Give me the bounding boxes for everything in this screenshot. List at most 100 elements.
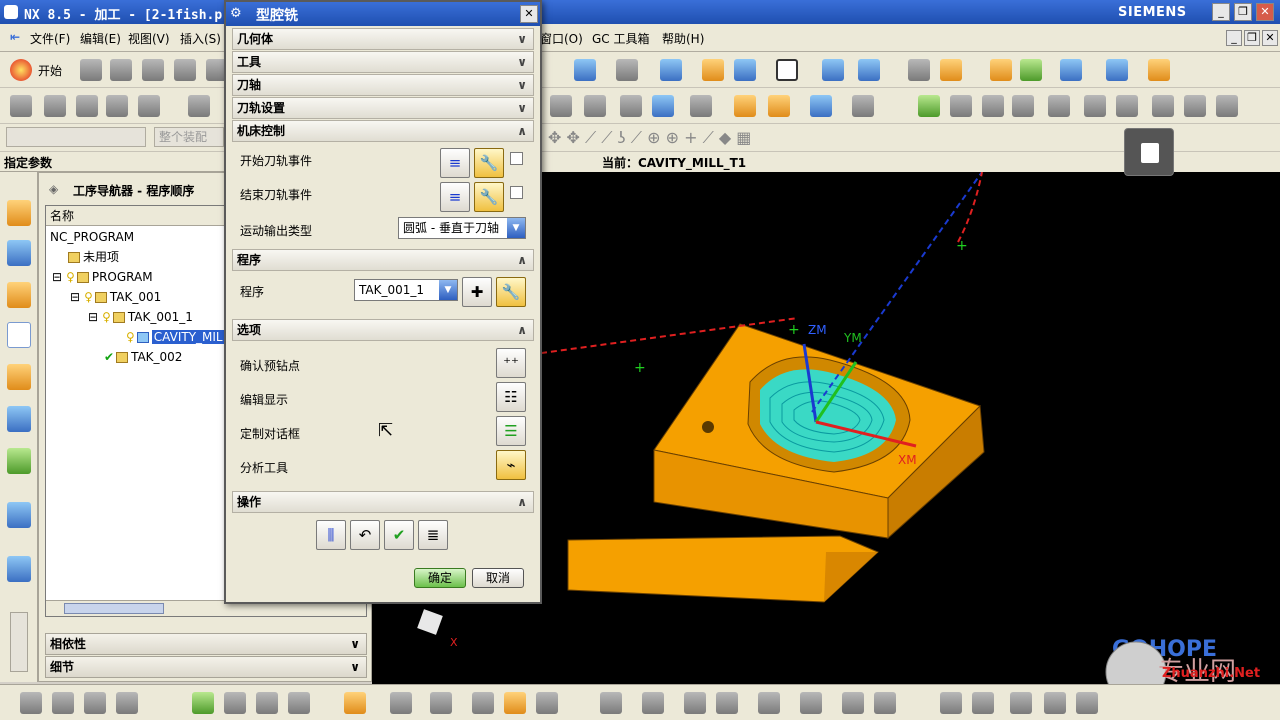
constraint-icon[interactable] <box>84 692 106 714</box>
extrude-icon[interactable] <box>256 692 278 714</box>
section-tool-axis[interactable]: 刀轴 ∨ <box>232 74 534 96</box>
dialog-close-button[interactable]: ✕ <box>520 5 538 23</box>
snap-view-icon[interactable] <box>858 59 880 81</box>
orient-view-icon[interactable] <box>822 59 844 81</box>
end-event-list-button[interactable]: ≡ <box>440 182 470 212</box>
start-menu-button[interactable]: 开始 <box>38 62 62 79</box>
start-icon[interactable] <box>10 59 32 81</box>
render-style-icon[interactable] <box>616 59 638 81</box>
wcs-icon[interactable] <box>734 59 756 81</box>
resource-scroll[interactable] <box>10 612 28 672</box>
create-operation-icon[interactable] <box>138 95 160 117</box>
component-icon[interactable] <box>52 692 74 714</box>
analysis-icon[interactable] <box>940 59 962 81</box>
history-icon[interactable] <box>7 556 31 582</box>
end-event-edit-button[interactable]: 🔧 <box>474 182 504 212</box>
block-icon[interactable] <box>504 692 526 714</box>
save-icon[interactable] <box>142 59 164 81</box>
edit-icon[interactable] <box>584 95 606 117</box>
analysis-curve-icon[interactable] <box>1010 692 1032 714</box>
view-right-icon[interactable] <box>684 692 706 714</box>
reuse-library-icon[interactable] <box>7 406 31 432</box>
new-program-button[interactable]: ✚ <box>462 277 492 307</box>
menu-view[interactable]: 视图(V) <box>128 30 170 47</box>
sketch-icon[interactable] <box>224 692 246 714</box>
motion-output-select[interactable]: 圆弧 - 垂直于刀轴 ▼ <box>398 217 526 239</box>
output-icon[interactable] <box>690 95 712 117</box>
csys-icon[interactable] <box>472 692 494 714</box>
open-icon[interactable] <box>110 59 132 81</box>
copy-icon[interactable] <box>982 95 1004 117</box>
restore-button[interactable]: ❐ <box>1234 3 1252 21</box>
edit-display-button[interactable]: ☷ <box>496 382 526 412</box>
preview-points-button[interactable]: ⁺⁺ <box>496 348 526 378</box>
ok-button[interactable]: 确定 <box>414 568 466 588</box>
tree-node-cavity-mill[interactable]: ♀ CAVITY_MIL <box>126 328 225 346</box>
assembly-filter-select[interactable]: 整个装配 <box>154 127 224 147</box>
replay-button[interactable]: ↶ <box>350 520 380 550</box>
palette-icon[interactable] <box>7 448 31 474</box>
menu-gc-toolbox[interactable]: GC 工具箱 <box>592 30 650 47</box>
section-actions[interactable]: 操作 ∧ <box>232 491 534 513</box>
tree-node-tak-002[interactable]: ✔ TAK_002 <box>104 348 182 366</box>
operation-icon[interactable] <box>908 59 930 81</box>
section-path-settings[interactable]: 刀轨设置 ∨ <box>232 97 534 119</box>
menu-insert[interactable]: 插入(S) <box>180 30 221 47</box>
selection-intent-widget[interactable] <box>1124 128 1174 176</box>
measure-icon[interactable] <box>1148 59 1170 81</box>
info-icon[interactable] <box>1048 95 1070 117</box>
shop-doc-icon[interactable] <box>652 95 674 117</box>
minimize-button[interactable]: _ <box>1212 3 1230 21</box>
measure-distance-icon[interactable] <box>940 692 962 714</box>
analysis-tools-button[interactable]: ⌁ <box>496 450 526 480</box>
print-icon[interactable] <box>174 59 196 81</box>
doc-restore-button[interactable]: ❐ <box>1244 30 1260 46</box>
report-icon[interactable] <box>1084 95 1106 117</box>
program-select[interactable]: TAK_001_1 ▼ <box>354 279 458 301</box>
toolpath-icon[interactable] <box>188 95 210 117</box>
start-event-edit-button[interactable]: 🔧 <box>474 148 504 178</box>
menu-edit[interactable]: 编辑(E) <box>80 30 121 47</box>
list-toolpath-icon[interactable] <box>768 95 790 117</box>
start-event-checkbox[interactable] <box>510 152 523 165</box>
machine-nav-icon[interactable] <box>7 364 31 390</box>
view-left-icon[interactable] <box>716 692 738 714</box>
verify-button[interactable]: ✔ <box>384 520 414 550</box>
verify-icon[interactable] <box>1060 59 1082 81</box>
create-method-icon[interactable] <box>106 95 128 117</box>
point-icon[interactable] <box>390 692 412 714</box>
edit-program-button[interactable]: 🔧 <box>496 277 526 307</box>
background-icon[interactable] <box>776 59 798 81</box>
zoom-icon[interactable] <box>1076 692 1098 714</box>
list-button[interactable]: ≣ <box>418 520 448 550</box>
view-iso-icon[interactable] <box>758 692 780 714</box>
display-icon[interactable] <box>550 95 572 117</box>
part-nav-icon[interactable] <box>7 282 31 308</box>
analysis-face-icon[interactable] <box>1044 692 1066 714</box>
section-machine-control[interactable]: 机床控制 ∧ <box>232 120 534 142</box>
close-button[interactable]: ✕ <box>1256 3 1274 21</box>
cancel-button[interactable]: 取消 <box>472 568 524 588</box>
snap-point-icons[interactable]: ✥ ✥ ⟋ ⟋ ʖ ⟋ ⊕ ⊕ + ⟋ ◆ ▦ <box>548 128 751 148</box>
section-geometry[interactable]: 几何体 ∨ <box>232 28 534 50</box>
type-filter-select[interactable] <box>6 127 146 147</box>
datum-icon[interactable] <box>288 692 310 714</box>
create-geometry-icon[interactable] <box>76 95 98 117</box>
feed-icon[interactable] <box>852 95 874 117</box>
create-program-icon[interactable] <box>10 95 32 117</box>
section-program[interactable]: 程序 ∧ <box>232 249 534 271</box>
view-front-icon[interactable] <box>600 692 622 714</box>
replay-icon[interactable] <box>734 95 756 117</box>
start-event-list-button[interactable]: ≡ <box>440 148 470 178</box>
doc-close-button[interactable]: ✕ <box>1262 30 1278 46</box>
plane-icon[interactable] <box>430 692 452 714</box>
constraint-nav-icon[interactable] <box>7 240 31 266</box>
tree-node-tak-001-1[interactable]: ⊟ ♀ TAK_001_1 <box>88 308 193 326</box>
property-icon[interactable] <box>1152 95 1174 117</box>
web-browser-icon[interactable] <box>7 502 31 528</box>
menu-file[interactable]: 文件(F) <box>30 30 70 47</box>
tree-node-tak-001[interactable]: ⊟ ♀ TAK_001 <box>70 288 161 306</box>
menu-window[interactable]: 窗口(O) <box>540 30 583 47</box>
panel-dependencies[interactable]: 相依性 ∨ <box>45 633 367 655</box>
move-component-icon[interactable] <box>116 692 138 714</box>
